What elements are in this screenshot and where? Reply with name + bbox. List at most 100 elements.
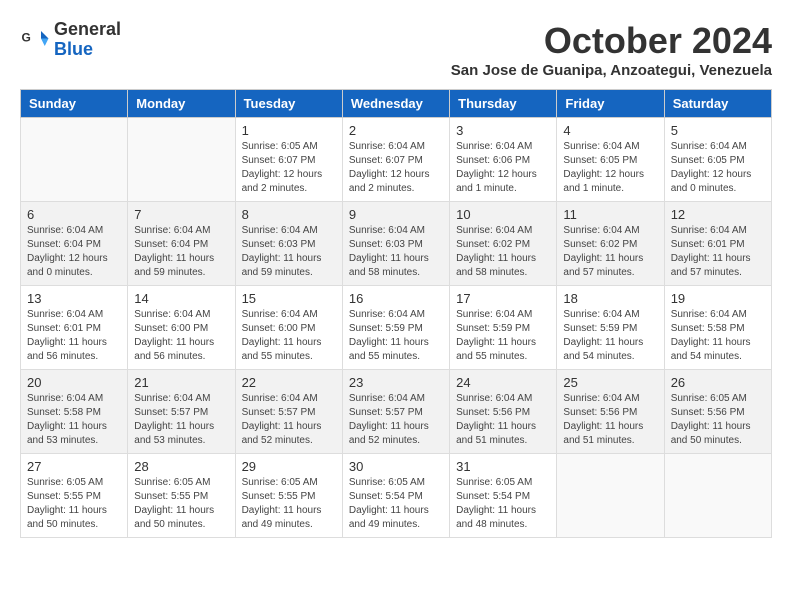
col-header-thursday: Thursday [450,90,557,118]
calendar-week-row: 6Sunrise: 6:04 AM Sunset: 6:04 PM Daylig… [21,202,772,286]
location-text: San Jose de Guanipa, Anzoategui, Venezue… [451,62,772,79]
calendar-cell: 29 Sunrise: 6:05 AM Sunset: 5:55 PM Dayli… [235,454,342,538]
day-number: 14 [134,291,228,306]
day-number: 12 [671,207,765,222]
calendar-cell: 30Sunrise: 6:05 AM Sunset: 5:54 PM Dayli… [342,454,449,538]
svg-text:G: G [22,30,31,44]
calendar-cell: 7Sunrise: 6:04 AM Sunset: 6:04 PM Daylig… [128,202,235,286]
calendar-week-row: 13 Sunrise: 6:04 AM Sunset: 6:01 PM Dayli… [21,286,772,370]
day-number: 20 [27,375,121,390]
day-number: 22 [242,375,336,390]
day-number: 17 [456,291,550,306]
day-number: 31 [456,459,550,474]
day-info: Sunrise: 6:05 AM Sunset: 5:55 PM Dayligh… [27,476,121,532]
logo-blue-text: Blue [54,40,121,60]
calendar-cell [664,454,771,538]
day-number: 5 [671,123,765,138]
calendar-week-row: 20 Sunrise: 6:04 AM Sunset: 5:58 PM Dayli… [21,370,772,454]
day-info: Sunrise: 6:04 AM Sunset: 5:57 PM Dayligh… [242,392,336,448]
day-number: 15 [242,291,336,306]
day-info: Sunrise: 6:04 AM Sunset: 5:57 PM Dayligh… [349,392,443,448]
calendar-cell: 18 Sunrise: 6:04 AM Sunset: 5:59 PM Dayli… [557,286,664,370]
day-number: 18 [563,291,657,306]
day-number: 1 [242,123,336,138]
day-info: Sunrise: 6:04 AM Sunset: 6:00 PM Dayligh… [242,308,336,364]
day-number: 27 [27,459,121,474]
day-info: Sunrise: 6:05 AM Sunset: 6:07 PM Dayligh… [242,140,336,196]
calendar-cell: 17 Sunrise: 6:04 AM Sunset: 5:59 PM Dayli… [450,286,557,370]
day-info: Sunrise: 6:04 AM Sunset: 6:03 PM Dayligh… [349,224,443,280]
month-title: October 2024 [451,20,772,62]
day-info: Sunrise: 6:04 AM Sunset: 5:58 PM Dayligh… [27,392,121,448]
calendar-cell: 15 Sunrise: 6:04 AM Sunset: 6:00 PM Dayli… [235,286,342,370]
day-number: 25 [563,375,657,390]
day-number: 2 [349,123,443,138]
col-header-friday: Friday [557,90,664,118]
calendar-cell: 19Sunrise: 6:04 AM Sunset: 5:58 PM Dayli… [664,286,771,370]
day-number: 10 [456,207,550,222]
calendar-cell: 9Sunrise: 6:04 AM Sunset: 6:03 PM Daylig… [342,202,449,286]
calendar-cell: 25Sunrise: 6:04 AM Sunset: 5:56 PM Dayli… [557,370,664,454]
calendar-cell: 24 Sunrise: 6:04 AM Sunset: 5:56 PM Dayli… [450,370,557,454]
calendar-cell: 23 Sunrise: 6:04 AM Sunset: 5:57 PM Dayli… [342,370,449,454]
calendar-cell: 21Sunrise: 6:04 AM Sunset: 5:57 PM Dayli… [128,370,235,454]
day-info: Sunrise: 6:04 AM Sunset: 6:02 PM Dayligh… [456,224,550,280]
day-number: 8 [242,207,336,222]
calendar-cell: 8Sunrise: 6:04 AM Sunset: 6:03 PM Daylig… [235,202,342,286]
day-info: Sunrise: 6:05 AM Sunset: 5:54 PM Dayligh… [456,476,550,532]
calendar-cell: 4Sunrise: 6:04 AM Sunset: 6:05 PM Daylig… [557,118,664,202]
day-info: Sunrise: 6:05 AM Sunset: 5:56 PM Dayligh… [671,392,765,448]
day-number: 29 [242,459,336,474]
calendar-cell: 27 Sunrise: 6:05 AM Sunset: 5:55 PM Dayli… [21,454,128,538]
calendar-cell: 13 Sunrise: 6:04 AM Sunset: 6:01 PM Dayli… [21,286,128,370]
day-number: 24 [456,375,550,390]
day-info: Sunrise: 6:04 AM Sunset: 5:59 PM Dayligh… [563,308,657,364]
calendar-cell: 5 Sunrise: 6:04 AM Sunset: 6:05 PM Daylig… [664,118,771,202]
day-info: Sunrise: 6:04 AM Sunset: 5:57 PM Dayligh… [134,392,228,448]
day-info: Sunrise: 6:04 AM Sunset: 5:59 PM Dayligh… [456,308,550,364]
calendar-week-row: 1 Sunrise: 6:05 AM Sunset: 6:07 PM Daylig… [21,118,772,202]
page-header: G General Blue October 2024 San Jose de … [20,20,772,79]
col-header-saturday: Saturday [664,90,771,118]
calendar-cell: 28Sunrise: 6:05 AM Sunset: 5:55 PM Dayli… [128,454,235,538]
calendar-table: SundayMondayTuesdayWednesdayThursdayFrid… [20,89,772,538]
day-number: 11 [563,207,657,222]
logo-general-text: General [54,20,121,40]
day-info: Sunrise: 6:04 AM Sunset: 6:02 PM Dayligh… [563,224,657,280]
calendar-cell: 20 Sunrise: 6:04 AM Sunset: 5:58 PM Dayli… [21,370,128,454]
calendar-cell: 31 Sunrise: 6:05 AM Sunset: 5:54 PM Dayli… [450,454,557,538]
day-info: Sunrise: 6:04 AM Sunset: 5:58 PM Dayligh… [671,308,765,364]
day-info: Sunrise: 6:04 AM Sunset: 6:06 PM Dayligh… [456,140,550,196]
day-info: Sunrise: 6:04 AM Sunset: 5:56 PM Dayligh… [456,392,550,448]
calendar-cell: 14 Sunrise: 6:04 AM Sunset: 6:00 PM Dayli… [128,286,235,370]
calendar-week-row: 27 Sunrise: 6:05 AM Sunset: 5:55 PM Dayli… [21,454,772,538]
day-number: 6 [27,207,121,222]
calendar-cell: 3 Sunrise: 6:04 AM Sunset: 6:06 PM Daylig… [450,118,557,202]
day-info: Sunrise: 6:04 AM Sunset: 6:00 PM Dayligh… [134,308,228,364]
day-number: 4 [563,123,657,138]
day-number: 23 [349,375,443,390]
day-info: Sunrise: 6:05 AM Sunset: 5:55 PM Dayligh… [242,476,336,532]
calendar-cell: 1 Sunrise: 6:05 AM Sunset: 6:07 PM Daylig… [235,118,342,202]
calendar-cell: 12Sunrise: 6:04 AM Sunset: 6:01 PM Dayli… [664,202,771,286]
calendar-cell: 10 Sunrise: 6:04 AM Sunset: 6:02 PM Dayli… [450,202,557,286]
day-number: 26 [671,375,765,390]
col-header-wednesday: Wednesday [342,90,449,118]
logo-icon: G [20,25,50,55]
day-number: 7 [134,207,228,222]
calendar-cell: 2Sunrise: 6:04 AM Sunset: 6:07 PM Daylig… [342,118,449,202]
col-header-monday: Monday [128,90,235,118]
calendar-cell: 6Sunrise: 6:04 AM Sunset: 6:04 PM Daylig… [21,202,128,286]
calendar-cell [557,454,664,538]
day-number: 30 [349,459,443,474]
day-number: 28 [134,459,228,474]
col-header-sunday: Sunday [21,90,128,118]
col-header-tuesday: Tuesday [235,90,342,118]
day-number: 16 [349,291,443,306]
calendar-cell [128,118,235,202]
day-number: 13 [27,291,121,306]
day-info: Sunrise: 6:04 AM Sunset: 6:05 PM Dayligh… [671,140,765,196]
day-info: Sunrise: 6:04 AM Sunset: 6:01 PM Dayligh… [27,308,121,364]
logo: G General Blue [20,20,121,60]
day-number: 3 [456,123,550,138]
